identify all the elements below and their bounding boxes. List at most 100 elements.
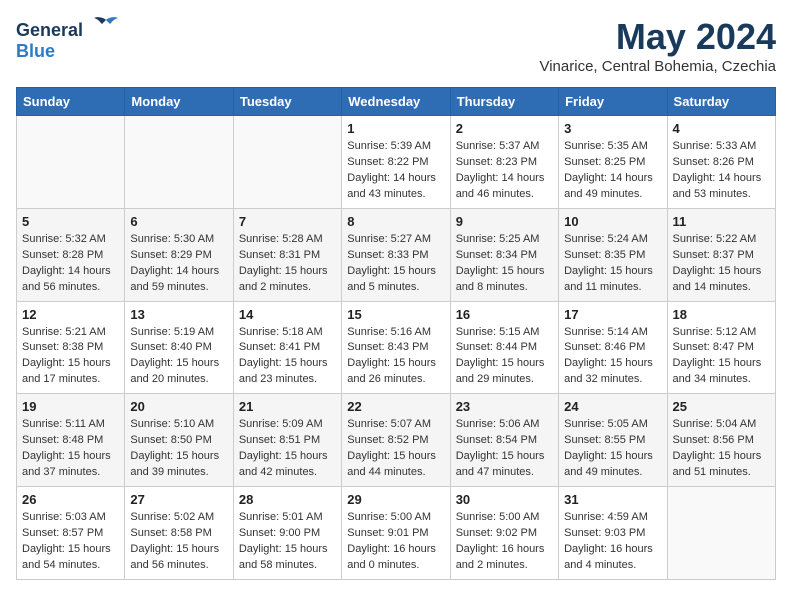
day-number: 31 <box>564 492 661 507</box>
title-section: May 2024 Vinarice, Central Bohemia, Czec… <box>539 16 776 75</box>
day-info: Sunrise: 5:30 AM Sunset: 8:29 PM Dayligh… <box>130 232 227 296</box>
day-number: 14 <box>239 307 336 322</box>
day-number: 3 <box>564 121 661 136</box>
day-number: 16 <box>456 307 553 322</box>
day-number: 4 <box>673 121 770 136</box>
day-number: 8 <box>347 214 444 229</box>
calendar-cell <box>17 116 125 209</box>
calendar-cell <box>667 487 775 580</box>
day-number: 9 <box>456 214 553 229</box>
day-number: 19 <box>22 399 119 414</box>
calendar-cell: 4Sunrise: 5:33 AM Sunset: 8:26 PM Daylig… <box>667 116 775 209</box>
day-info: Sunrise: 5:01 AM Sunset: 9:00 PM Dayligh… <box>239 510 336 574</box>
calendar-cell: 27Sunrise: 5:02 AM Sunset: 8:58 PM Dayli… <box>125 487 233 580</box>
day-number: 7 <box>239 214 336 229</box>
location: Vinarice, Central Bohemia, Czechia <box>539 58 776 75</box>
calendar-week-row: 12 Sunrise: 5:21 AM Sunset: 8:38 PM Dayli… <box>17 301 776 394</box>
calendar-cell: 24 Sunrise: 5:05 AM Sunset: 8:55 PM Dayli… <box>559 394 667 487</box>
logo-blue: Blue <box>16 41 55 61</box>
header-friday: Friday <box>559 88 667 116</box>
calendar-cell: 23 Sunrise: 5:06 AM Sunset: 8:54 PM Dayli… <box>450 394 558 487</box>
month-title: May 2024 <box>539 16 776 58</box>
day-info: Sunrise: 5:11 AM Sunset: 8:48 PM Dayligh… <box>22 417 119 481</box>
day-number: 25 <box>673 399 770 414</box>
calendar-cell: 3Sunrise: 5:35 AM Sunset: 8:25 PM Daylig… <box>559 116 667 209</box>
calendar-cell: 1 Sunrise: 5:39 AM Sunset: 8:22 PM Daylig… <box>342 116 450 209</box>
day-info: Sunrise: 5:18 AM Sunset: 8:41 PM Dayligh… <box>239 325 336 389</box>
day-info: Sunrise: 5:00 AM Sunset: 9:01 PM Dayligh… <box>347 510 444 574</box>
day-number: 15 <box>347 307 444 322</box>
day-info: Sunrise: 5:00 AM Sunset: 9:02 PM Dayligh… <box>456 510 553 574</box>
calendar-week-row: 19 Sunrise: 5:11 AM Sunset: 8:48 PM Dayli… <box>17 394 776 487</box>
day-number: 13 <box>130 307 227 322</box>
calendar-cell: 17Sunrise: 5:14 AM Sunset: 8:46 PM Dayli… <box>559 301 667 394</box>
calendar-cell: 14 Sunrise: 5:18 AM Sunset: 8:41 PM Dayli… <box>233 301 341 394</box>
day-info: Sunrise: 5:27 AM Sunset: 8:33 PM Dayligh… <box>347 232 444 296</box>
day-number: 18 <box>673 307 770 322</box>
header-thursday: Thursday <box>450 88 558 116</box>
logo-general: General <box>16 20 83 40</box>
calendar-cell <box>125 116 233 209</box>
header-wednesday: Wednesday <box>342 88 450 116</box>
day-info: Sunrise: 5:24 AM Sunset: 8:35 PM Dayligh… <box>564 232 661 296</box>
calendar-cell: 2Sunrise: 5:37 AM Sunset: 8:23 PM Daylig… <box>450 116 558 209</box>
day-info: Sunrise: 5:06 AM Sunset: 8:54 PM Dayligh… <box>456 417 553 481</box>
calendar-cell: 31 Sunrise: 4:59 AM Sunset: 9:03 PM Dayli… <box>559 487 667 580</box>
day-info: Sunrise: 5:04 AM Sunset: 8:56 PM Dayligh… <box>673 417 770 481</box>
day-number: 1 <box>347 121 444 136</box>
day-info: Sunrise: 5:28 AM Sunset: 8:31 PM Dayligh… <box>239 232 336 296</box>
header-monday: Monday <box>125 88 233 116</box>
calendar-cell: 16 Sunrise: 5:15 AM Sunset: 8:44 PM Dayli… <box>450 301 558 394</box>
day-number: 5 <box>22 214 119 229</box>
day-info: Sunrise: 5:05 AM Sunset: 8:55 PM Dayligh… <box>564 417 661 481</box>
day-info: Sunrise: 5:32 AM Sunset: 8:28 PM Dayligh… <box>22 232 119 296</box>
day-info: Sunrise: 5:39 AM Sunset: 8:22 PM Dayligh… <box>347 139 444 203</box>
calendar-cell: 28Sunrise: 5:01 AM Sunset: 9:00 PM Dayli… <box>233 487 341 580</box>
calendar-cell: 12 Sunrise: 5:21 AM Sunset: 8:38 PM Dayli… <box>17 301 125 394</box>
day-number: 12 <box>22 307 119 322</box>
day-number: 6 <box>130 214 227 229</box>
day-info: Sunrise: 4:59 AM Sunset: 9:03 PM Dayligh… <box>564 510 661 574</box>
day-number: 10 <box>564 214 661 229</box>
calendar-cell: 6 Sunrise: 5:30 AM Sunset: 8:29 PM Daylig… <box>125 208 233 301</box>
day-info: Sunrise: 5:37 AM Sunset: 8:23 PM Dayligh… <box>456 139 553 203</box>
calendar-cell: 19 Sunrise: 5:11 AM Sunset: 8:48 PM Dayli… <box>17 394 125 487</box>
calendar-cell: 13Sunrise: 5:19 AM Sunset: 8:40 PM Dayli… <box>125 301 233 394</box>
day-info: Sunrise: 5:15 AM Sunset: 8:44 PM Dayligh… <box>456 325 553 389</box>
day-info: Sunrise: 5:25 AM Sunset: 8:34 PM Dayligh… <box>456 232 553 296</box>
day-info: Sunrise: 5:10 AM Sunset: 8:50 PM Dayligh… <box>130 417 227 481</box>
calendar-cell: 10 Sunrise: 5:24 AM Sunset: 8:35 PM Dayli… <box>559 208 667 301</box>
day-number: 26 <box>22 492 119 507</box>
day-info: Sunrise: 5:21 AM Sunset: 8:38 PM Dayligh… <box>22 325 119 389</box>
logo-bird-icon <box>92 16 120 36</box>
header-saturday: Saturday <box>667 88 775 116</box>
calendar-cell: 18Sunrise: 5:12 AM Sunset: 8:47 PM Dayli… <box>667 301 775 394</box>
calendar-cell: 5 Sunrise: 5:32 AM Sunset: 8:28 PM Daylig… <box>17 208 125 301</box>
day-info: Sunrise: 5:02 AM Sunset: 8:58 PM Dayligh… <box>130 510 227 574</box>
day-number: 11 <box>673 214 770 229</box>
calendar-week-row: 1 Sunrise: 5:39 AM Sunset: 8:22 PM Daylig… <box>17 116 776 209</box>
calendar-cell: 21Sunrise: 5:09 AM Sunset: 8:51 PM Dayli… <box>233 394 341 487</box>
day-info: Sunrise: 5:22 AM Sunset: 8:37 PM Dayligh… <box>673 232 770 296</box>
calendar-header-row: SundayMondayTuesdayWednesdayThursdayFrid… <box>17 88 776 116</box>
calendar-cell: 8 Sunrise: 5:27 AM Sunset: 8:33 PM Daylig… <box>342 208 450 301</box>
calendar-cell: 25 Sunrise: 5:04 AM Sunset: 8:56 PM Dayli… <box>667 394 775 487</box>
day-number: 17 <box>564 307 661 322</box>
calendar-cell: 11 Sunrise: 5:22 AM Sunset: 8:37 PM Dayli… <box>667 208 775 301</box>
header-sunday: Sunday <box>17 88 125 116</box>
logo: General Blue <box>16 16 120 62</box>
calendar-cell <box>233 116 341 209</box>
day-number: 21 <box>239 399 336 414</box>
calendar-table: SundayMondayTuesdayWednesdayThursdayFrid… <box>16 87 776 580</box>
page-header: General Blue May 2024 Vinarice, Central … <box>16 16 776 75</box>
day-number: 23 <box>456 399 553 414</box>
day-number: 30 <box>456 492 553 507</box>
calendar-week-row: 5 Sunrise: 5:32 AM Sunset: 8:28 PM Daylig… <box>17 208 776 301</box>
calendar-cell: 22Sunrise: 5:07 AM Sunset: 8:52 PM Dayli… <box>342 394 450 487</box>
calendar-cell: 30 Sunrise: 5:00 AM Sunset: 9:02 PM Dayli… <box>450 487 558 580</box>
calendar-cell: 9 Sunrise: 5:25 AM Sunset: 8:34 PM Daylig… <box>450 208 558 301</box>
day-info: Sunrise: 5:16 AM Sunset: 8:43 PM Dayligh… <box>347 325 444 389</box>
day-number: 24 <box>564 399 661 414</box>
calendar-cell: 20Sunrise: 5:10 AM Sunset: 8:50 PM Dayli… <box>125 394 233 487</box>
calendar-cell: 29Sunrise: 5:00 AM Sunset: 9:01 PM Dayli… <box>342 487 450 580</box>
